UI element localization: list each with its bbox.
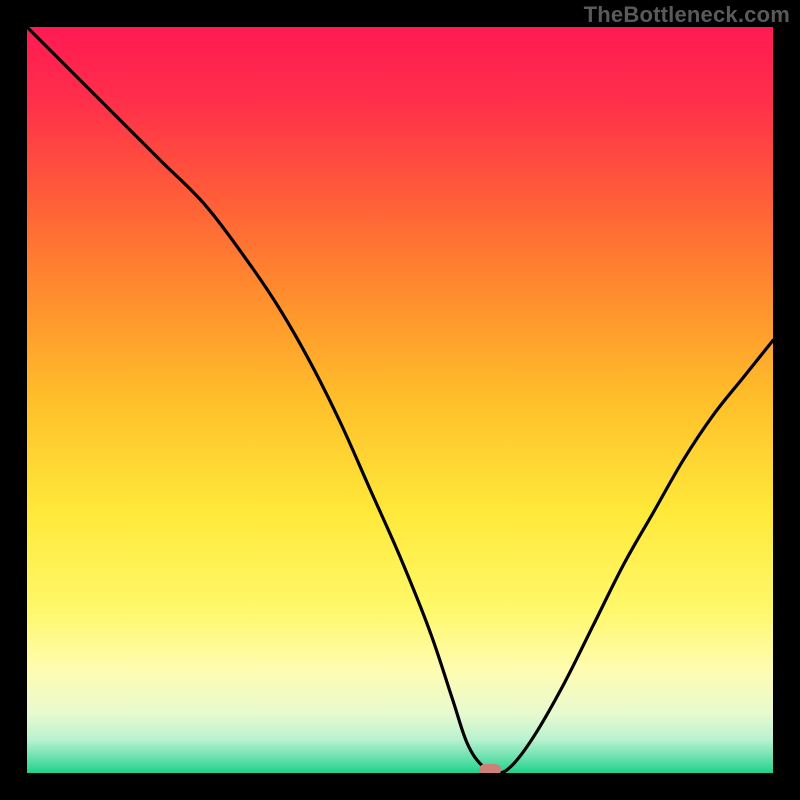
optimum-marker (479, 764, 501, 773)
chart-svg (27, 27, 773, 773)
plot-area (27, 27, 773, 773)
outer-frame: TheBottleneck.com (0, 0, 800, 800)
watermark-text: TheBottleneck.com (584, 2, 790, 28)
